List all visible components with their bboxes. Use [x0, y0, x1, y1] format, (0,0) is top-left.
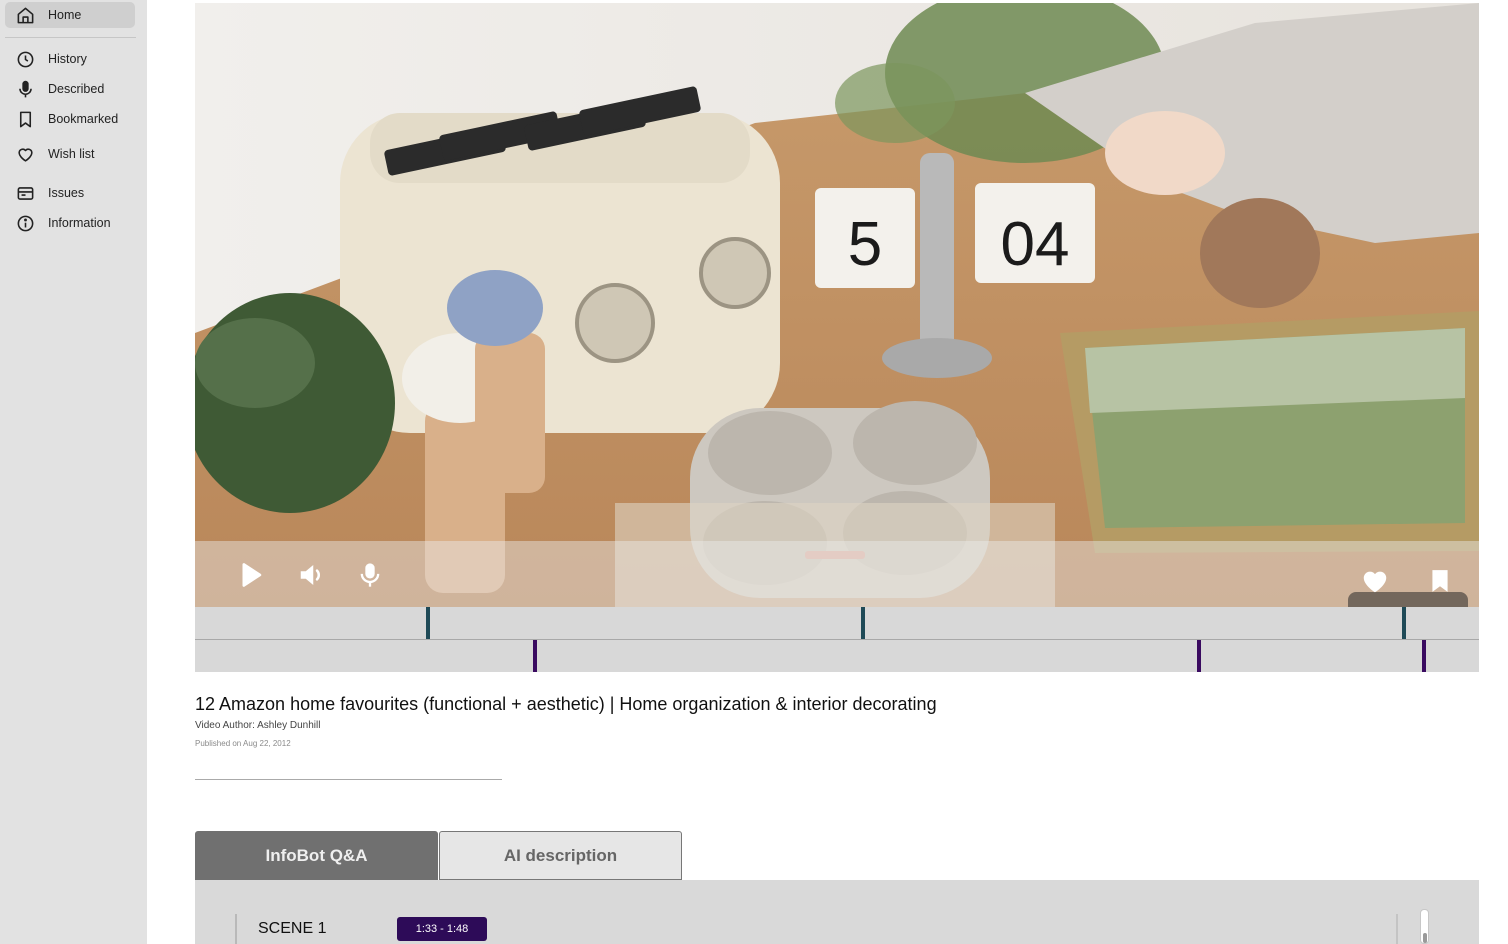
- sidebar-item-label: Issues: [48, 186, 85, 200]
- tab-ai-description[interactable]: AI description: [439, 831, 682, 880]
- video-title: 12 Amazon home favourites (functional + …: [195, 694, 937, 714]
- tab-infobot-qa[interactable]: InfoBot Q&A: [195, 831, 438, 880]
- sidebar-item-label: Home: [48, 8, 82, 22]
- volume-icon: [297, 560, 327, 590]
- divider: [195, 779, 502, 780]
- microphone-icon: [15, 79, 35, 99]
- video-controls-bar: [195, 541, 1479, 607]
- home-icon: [15, 5, 35, 25]
- timeline-marker[interactable]: [1422, 640, 1426, 672]
- sidebar-item-history[interactable]: History: [5, 46, 135, 72]
- sidebar-item-label: Information: [48, 216, 111, 230]
- divider: [235, 914, 237, 944]
- clock-icon: [15, 49, 35, 69]
- play-icon: [235, 560, 265, 590]
- published-date: Published on Aug 22, 2012: [195, 739, 291, 748]
- bookmark-button[interactable]: [1424, 565, 1456, 597]
- timeline-marker[interactable]: [861, 607, 865, 639]
- scene-time-badge[interactable]: 1:33 - 1:48: [397, 917, 487, 941]
- info-icon: [15, 213, 35, 233]
- scrollbar-thumb[interactable]: [1423, 933, 1427, 943]
- volume-button[interactable]: [295, 558, 329, 592]
- sidebar-item-issues[interactable]: Issues: [5, 180, 135, 206]
- microphone-icon: [356, 560, 384, 590]
- scrollbar[interactable]: [1420, 909, 1429, 944]
- divider: [1396, 914, 1398, 944]
- heart-icon: [1359, 566, 1391, 596]
- sidebar-divider: [5, 37, 136, 38]
- video-author: Video Author: Ashley Dunhill: [195, 720, 321, 731]
- video-player[interactable]: 5 04: [195, 3, 1479, 607]
- bookmark-icon: [1427, 566, 1453, 596]
- timeline-marker[interactable]: [533, 640, 537, 672]
- timeline-marker[interactable]: [1197, 640, 1201, 672]
- sidebar-item-home[interactable]: Home: [5, 2, 135, 28]
- sidebar-item-information[interactable]: Information: [5, 210, 135, 236]
- sidebar: Home History Described Bookmarked Wish l…: [0, 0, 147, 944]
- sidebar-item-bookmarked[interactable]: Bookmarked: [5, 106, 135, 132]
- sidebar-item-wish-list[interactable]: Wish list: [5, 141, 135, 167]
- scene-timeline[interactable]: [195, 607, 1479, 672]
- sidebar-item-label: Described: [48, 82, 105, 96]
- timeline-divider: [195, 639, 1479, 640]
- scene-label: SCENE 1: [258, 920, 327, 937]
- card-icon: [15, 183, 35, 203]
- svg-text:04: 04: [1001, 210, 1070, 279]
- play-button[interactable]: [233, 558, 267, 592]
- svg-text:5: 5: [848, 210, 882, 279]
- video-frame: 5 04: [195, 3, 1479, 607]
- microphone-button[interactable]: [353, 558, 387, 592]
- wishlist-button[interactable]: [1358, 565, 1392, 597]
- sidebar-item-label: Wish list: [48, 147, 95, 161]
- bookmark-icon: [15, 109, 35, 129]
- sidebar-item-label: Bookmarked: [48, 112, 119, 126]
- sidebar-item-label: History: [48, 52, 87, 66]
- timeline-marker[interactable]: [1402, 607, 1406, 639]
- heart-icon: [15, 144, 35, 164]
- sidebar-item-described[interactable]: Described: [5, 76, 135, 102]
- infobot-panel: SCENE 1 1:33 - 1:48: [195, 880, 1479, 944]
- timeline-marker[interactable]: [426, 607, 430, 639]
